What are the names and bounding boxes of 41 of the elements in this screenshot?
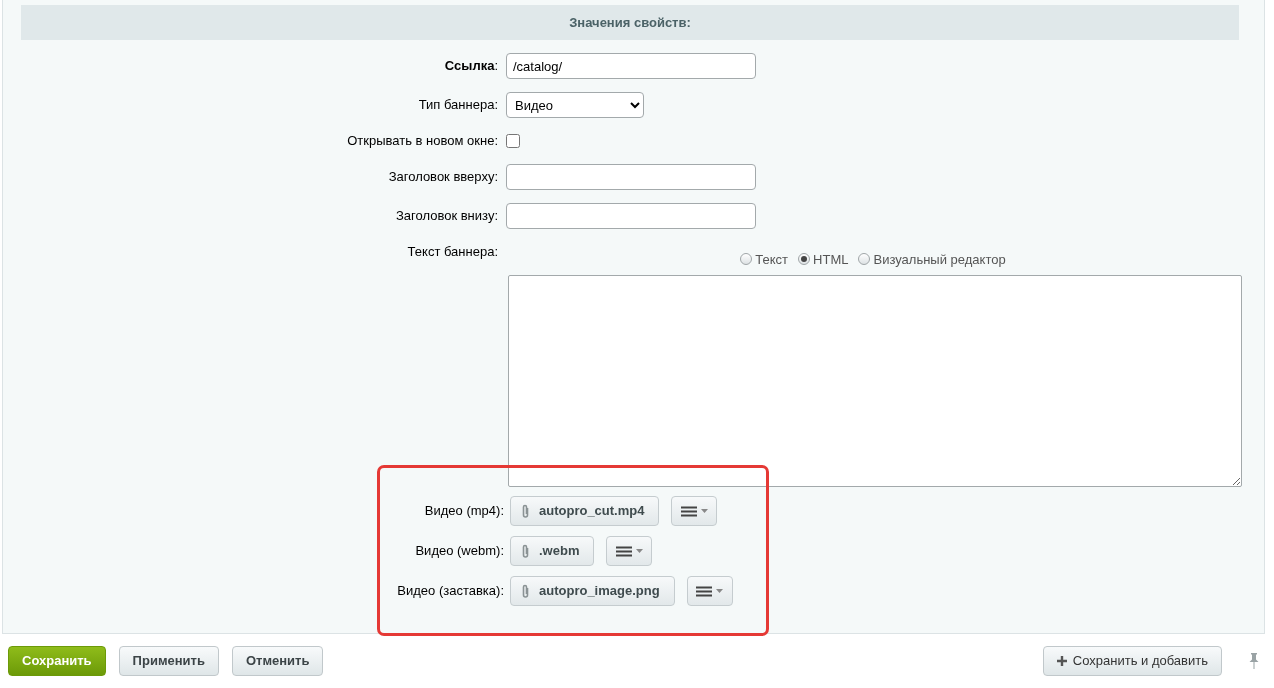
radio-button[interactable] <box>740 253 753 266</box>
checkbox[interactable] <box>506 133 520 148</box>
paperclip-icon <box>521 503 530 519</box>
field-label: Видео (mp4): <box>423 502 505 521</box>
caret-icon <box>700 509 708 513</box>
radio-label: Визуальный редактор <box>873 250 1006 269</box>
action-button[interactable]: Сохранить и добавить <box>1042 646 1222 676</box>
paperclip-icon <box>521 543 530 559</box>
paperclip-icon <box>521 583 530 599</box>
menu-button[interactable] <box>686 576 733 606</box>
caret-icon <box>716 589 724 593</box>
menu-icon <box>615 545 632 557</box>
file-button[interactable]: autopro_image.png <box>510 576 675 606</box>
caret-icon <box>635 549 643 553</box>
plus-icon <box>1056 656 1067 666</box>
menu-button[interactable] <box>606 536 653 566</box>
section-header: Значения свойств: <box>21 5 1239 40</box>
radio-label: Текст <box>755 250 789 269</box>
field-label: Видео (заставка): <box>396 582 505 601</box>
radio-button[interactable] <box>798 253 811 266</box>
field-label: Открывать в новом окне: <box>346 132 499 150</box>
field-label: Заголовок вверху: <box>387 167 499 186</box>
action-button[interactable]: Применить <box>118 646 219 676</box>
action-button[interactable]: Отменить <box>231 646 324 676</box>
radio-button[interactable] <box>858 253 871 266</box>
file-button[interactable]: autopro_cut.mp4 <box>510 496 660 526</box>
field-label: Тип баннера: <box>417 96 499 115</box>
menu-icon <box>680 505 697 517</box>
radio-label: HTML <box>813 250 849 269</box>
field-label: Текст баннера: <box>406 242 499 261</box>
field-label: Видео (webm): <box>414 542 505 561</box>
pin-icon[interactable] <box>1249 653 1259 669</box>
text-field[interactable]: /catalog/ <box>506 53 756 79</box>
text-field[interactable] <box>506 163 756 190</box>
field-label: Заголовок внизу: <box>395 206 499 225</box>
field-label: Ссылка: <box>443 57 499 76</box>
file-button[interactable]: .webm <box>510 536 595 566</box>
dropdown[interactable]: Видео <box>506 92 644 118</box>
menu-button[interactable] <box>671 496 718 526</box>
text-field[interactable] <box>506 202 756 229</box>
menu-icon <box>696 585 713 597</box>
